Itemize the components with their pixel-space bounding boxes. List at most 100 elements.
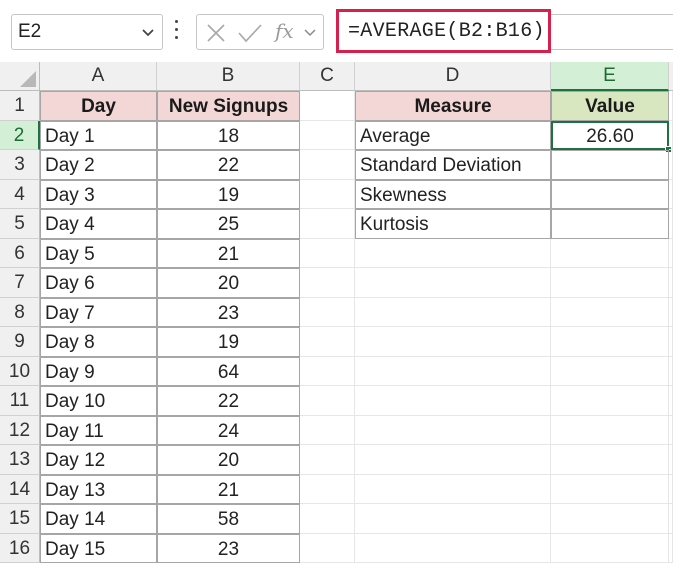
- row-header-11[interactable]: 11: [0, 386, 40, 416]
- day-cell[interactable]: Day 9: [40, 356, 157, 386]
- measure-cell[interactable]: Average: [355, 120, 551, 150]
- measure-cell[interactable]: Kurtosis: [355, 209, 551, 239]
- empty-cell[interactable]: [300, 327, 355, 357]
- day-cell[interactable]: Day 3: [40, 179, 157, 209]
- signups-cell[interactable]: 58: [157, 504, 300, 534]
- empty-cell[interactable]: [669, 179, 673, 209]
- signups-cell[interactable]: 21: [157, 238, 300, 268]
- measure-cell[interactable]: Standard Deviation: [355, 150, 551, 180]
- value-cell[interactable]: [551, 179, 669, 209]
- measure-cell[interactable]: Skewness: [355, 179, 551, 209]
- row-header-8[interactable]: 8: [0, 297, 40, 327]
- empty-cell[interactable]: [551, 356, 669, 386]
- row-header-5[interactable]: 5: [0, 209, 40, 239]
- column-header-e[interactable]: E: [551, 62, 669, 91]
- empty-cell[interactable]: [669, 445, 673, 475]
- empty-cell[interactable]: [551, 415, 669, 445]
- signups-cell[interactable]: 21: [157, 474, 300, 504]
- empty-cell[interactable]: [355, 533, 551, 563]
- column-header-f[interactable]: [669, 62, 673, 91]
- empty-cell[interactable]: [355, 238, 551, 268]
- value-cell[interactable]: [551, 209, 669, 239]
- row-header-14[interactable]: 14: [0, 474, 40, 504]
- signups-cell[interactable]: 18: [157, 120, 300, 150]
- empty-cell[interactable]: [300, 268, 355, 298]
- chevron-down-icon[interactable]: [140, 24, 156, 40]
- empty-cell[interactable]: [355, 474, 551, 504]
- row-header-1[interactable]: 1: [0, 91, 40, 121]
- column-header-a[interactable]: A: [40, 62, 157, 91]
- empty-cell[interactable]: [300, 179, 355, 209]
- empty-cell[interactable]: [669, 120, 673, 150]
- empty-cell[interactable]: [551, 238, 669, 268]
- signups-cell[interactable]: 24: [157, 415, 300, 445]
- row-header-15[interactable]: 15: [0, 504, 40, 534]
- empty-cell[interactable]: [669, 474, 673, 504]
- row-header-13[interactable]: 13: [0, 445, 40, 475]
- select-all-corner[interactable]: [0, 62, 40, 91]
- signups-cell[interactable]: 20: [157, 268, 300, 298]
- empty-cell[interactable]: [300, 474, 355, 504]
- column-header-b[interactable]: B: [157, 62, 300, 91]
- active-cell-e2[interactable]: 26.60: [551, 120, 669, 150]
- row-header-4[interactable]: 4: [0, 179, 40, 209]
- day-cell[interactable]: Day 2: [40, 150, 157, 180]
- day-cell[interactable]: Day 1: [40, 120, 157, 150]
- day-cell[interactable]: Day 5: [40, 238, 157, 268]
- empty-cell[interactable]: [300, 150, 355, 180]
- row-header-2[interactable]: 2: [0, 120, 40, 150]
- day-cell[interactable]: Day 7: [40, 297, 157, 327]
- day-cell[interactable]: Day 12: [40, 445, 157, 475]
- chevron-down-icon[interactable]: [303, 26, 317, 40]
- day-cell[interactable]: Day 15: [40, 533, 157, 563]
- header-cell-value[interactable]: Value: [551, 91, 669, 121]
- row-header-9[interactable]: 9: [0, 327, 40, 357]
- header-cell-new-signups[interactable]: New Signups: [157, 91, 300, 121]
- empty-cell[interactable]: [669, 209, 673, 239]
- empty-cell[interactable]: [669, 327, 673, 357]
- empty-cell[interactable]: [551, 474, 669, 504]
- empty-cell[interactable]: [300, 356, 355, 386]
- signups-cell[interactable]: 23: [157, 533, 300, 563]
- empty-cell[interactable]: [669, 268, 673, 298]
- empty-cell[interactable]: [300, 238, 355, 268]
- empty-cell[interactable]: [669, 415, 673, 445]
- empty-cell[interactable]: [669, 533, 673, 563]
- empty-cell[interactable]: [355, 415, 551, 445]
- empty-cell[interactable]: [355, 386, 551, 416]
- empty-cell[interactable]: [355, 445, 551, 475]
- row-header-3[interactable]: 3: [0, 150, 40, 180]
- empty-cell[interactable]: [551, 533, 669, 563]
- empty-cell[interactable]: [669, 91, 673, 121]
- header-cell-day[interactable]: Day: [40, 91, 157, 121]
- more-options-icon[interactable]: [174, 20, 180, 42]
- value-cell[interactable]: [551, 150, 669, 180]
- empty-cell[interactable]: [669, 386, 673, 416]
- empty-cell[interactable]: [551, 297, 669, 327]
- empty-cell[interactable]: [300, 415, 355, 445]
- cancel-icon[interactable]: [205, 22, 227, 44]
- empty-cell[interactable]: [669, 297, 673, 327]
- empty-cell[interactable]: [355, 356, 551, 386]
- formula-bar-extension[interactable]: [551, 14, 673, 50]
- empty-cell[interactable]: [355, 504, 551, 534]
- day-cell[interactable]: Day 8: [40, 327, 157, 357]
- empty-cell[interactable]: [669, 504, 673, 534]
- empty-cell[interactable]: [300, 504, 355, 534]
- signups-cell[interactable]: 19: [157, 327, 300, 357]
- empty-cell[interactable]: [551, 268, 669, 298]
- empty-cell[interactable]: [300, 120, 355, 150]
- column-header-d[interactable]: D: [355, 62, 551, 91]
- empty-cell[interactable]: [551, 327, 669, 357]
- enter-check-icon[interactable]: [237, 22, 263, 44]
- signups-cell[interactable]: 23: [157, 297, 300, 327]
- empty-cell[interactable]: [551, 504, 669, 534]
- name-box[interactable]: E2: [11, 14, 163, 50]
- formula-input[interactable]: =AVERAGE(B2:B16): [336, 9, 551, 53]
- empty-cell[interactable]: [551, 386, 669, 416]
- row-header-10[interactable]: 10: [0, 356, 40, 386]
- day-cell[interactable]: Day 10: [40, 386, 157, 416]
- signups-cell[interactable]: 64: [157, 356, 300, 386]
- row-header-6[interactable]: 6: [0, 238, 40, 268]
- empty-cell[interactable]: [669, 356, 673, 386]
